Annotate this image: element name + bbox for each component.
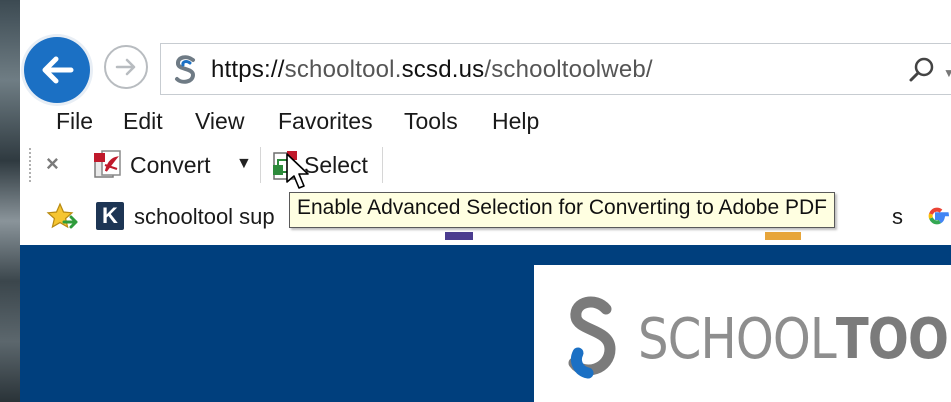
url-scheme: https:// <box>211 56 285 83</box>
schooltool-s-icon <box>175 55 196 84</box>
logo-text-bold: TOOL <box>835 307 951 372</box>
page-content: SCHOOLTOOL <box>20 245 951 402</box>
close-icon[interactable]: × <box>46 151 59 177</box>
favorite-item-label-fragment[interactable]: s <box>892 204 903 230</box>
favorite-item-schooltool[interactable]: schooltool sup <box>134 204 275 230</box>
url-host-main: scsd.us <box>401 56 485 83</box>
search-icon[interactable] <box>907 55 937 85</box>
address-bar[interactable]: https://schooltool.scsd.us/schooltoolweb… <box>160 43 951 95</box>
url-path: /schooltoolweb/ <box>484 56 653 83</box>
convert-button[interactable]: Convert <box>130 152 211 179</box>
arrow-left-icon <box>42 56 74 84</box>
schooltool-logo-icon <box>568 296 616 379</box>
menu-edit[interactable]: Edit <box>123 108 163 135</box>
logo-card: SCHOOLTOOL <box>534 265 951 402</box>
menu-tools[interactable]: Tools <box>404 108 458 135</box>
chevron-down-icon[interactable]: ▼ <box>236 155 252 173</box>
pdf-convert-icon[interactable] <box>92 149 124 181</box>
forward-button[interactable] <box>104 45 148 89</box>
menu-bar: File Edit View Favorites Tools Help <box>20 100 951 142</box>
navigation-bar: https://schooltool.scsd.us/schooltoolweb… <box>20 0 951 103</box>
tooltip: Enable Advanced Selection for Converting… <box>289 192 836 228</box>
select-button[interactable]: Select <box>304 152 368 179</box>
menu-favorites[interactable]: Favorites <box>278 108 373 135</box>
toolbar-divider <box>260 147 261 183</box>
google-g-icon[interactable] <box>923 202 951 230</box>
mouse-cursor-icon <box>286 153 309 189</box>
pdf-toolbar: × Convert ▼ Select <box>20 143 951 187</box>
back-button[interactable] <box>24 37 90 103</box>
logo-text-light: SCHOOL <box>638 307 837 372</box>
chevron-down-icon[interactable]: ▼ <box>943 66 951 80</box>
schooltool-logo: SCHOOLTOOL <box>638 307 951 372</box>
url-host-sub: schooltool. <box>284 56 402 83</box>
add-favorite-star-icon[interactable] <box>46 202 78 232</box>
desktop-edge <box>0 0 20 402</box>
arrow-right-icon <box>115 58 136 76</box>
menu-file[interactable]: File <box>56 108 93 135</box>
favorite-icon-fragment <box>765 232 801 240</box>
menu-help[interactable]: Help <box>492 108 539 135</box>
favorite-icon-fragment <box>445 232 473 240</box>
menu-view[interactable]: View <box>195 108 244 135</box>
address-url[interactable]: https://schooltool.scsd.us/schooltoolweb… <box>211 56 653 84</box>
toolbar-divider <box>382 147 383 183</box>
favorite-site-icon[interactable]: K <box>96 202 124 230</box>
toolbar-grip[interactable] <box>28 147 32 183</box>
